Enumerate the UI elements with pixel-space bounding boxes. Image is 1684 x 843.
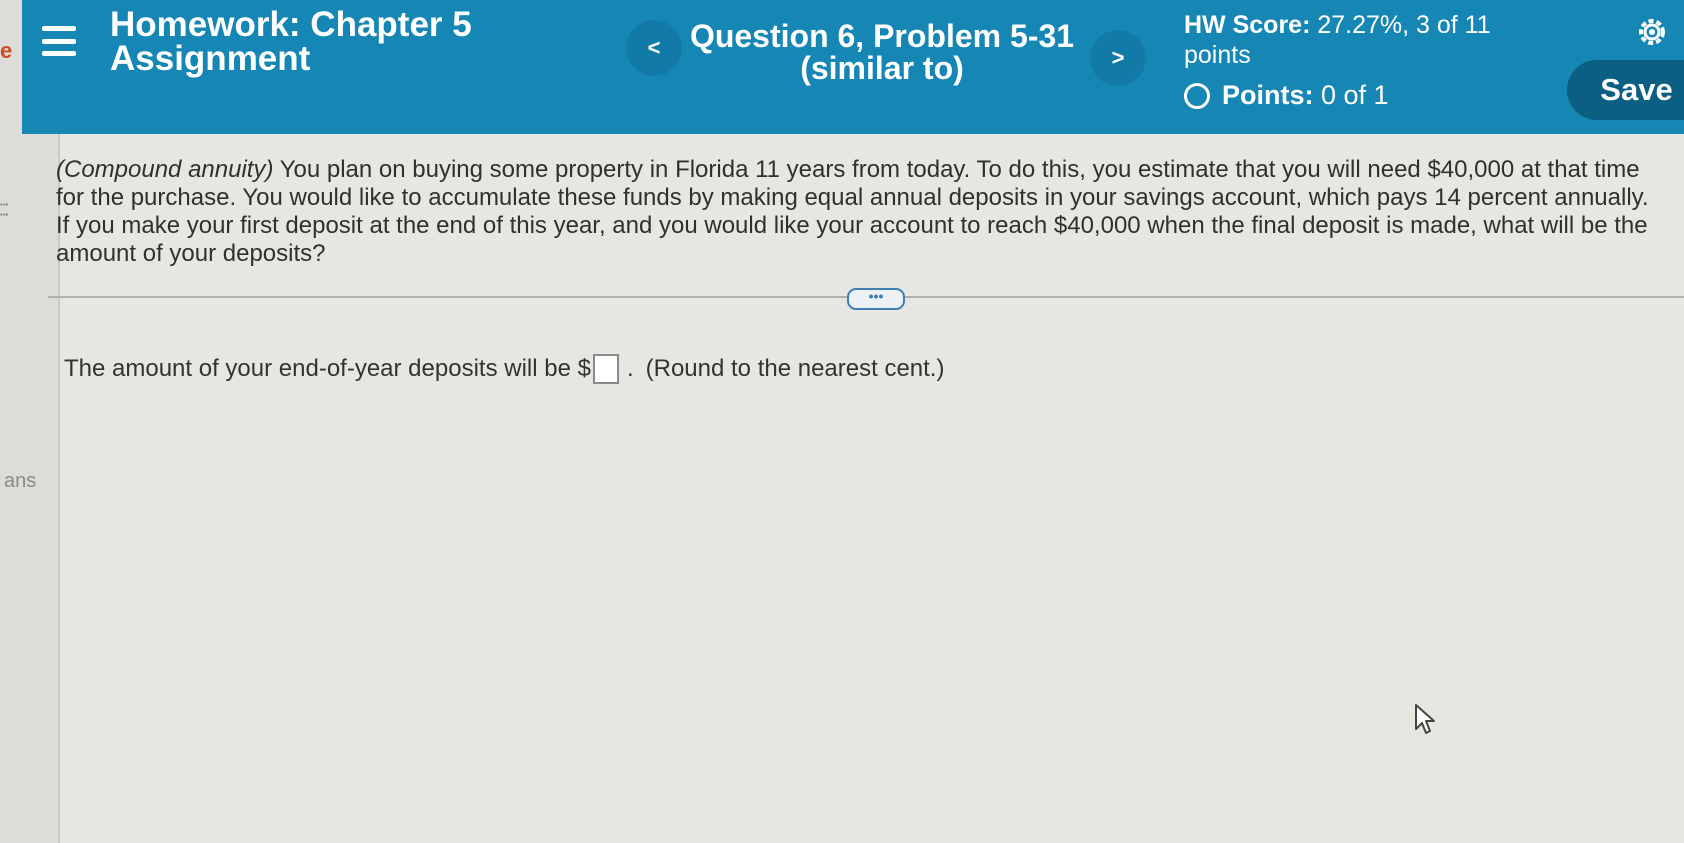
answer-row: The amount of your end-of-year deposits … bbox=[64, 354, 944, 384]
expand-more-button[interactable]: ••• bbox=[847, 288, 905, 310]
hw-score-value: 27.27%, 3 of 11 bbox=[1317, 11, 1491, 39]
menu-icon[interactable] bbox=[42, 26, 76, 56]
mouse-cursor-icon bbox=[1415, 704, 1435, 734]
rounding-note: (Round to the nearest cent.) bbox=[645, 355, 945, 382]
question-title-line2: (similar to) bbox=[800, 50, 964, 86]
status-circle-icon bbox=[1184, 82, 1210, 109]
save-button[interactable]: Save bbox=[1567, 60, 1684, 120]
gear-icon[interactable] bbox=[1634, 14, 1670, 50]
points-value: 0 of 1 bbox=[1321, 80, 1389, 110]
question-topic: (Compound annuity) bbox=[56, 156, 274, 183]
assignment-header: Homework: Chapter 5 Assignment < Questio… bbox=[22, 0, 1684, 134]
strip-text-fragment: ▪▪▪ ▪▪▪ bbox=[0, 200, 9, 219]
previous-question-button[interactable]: < bbox=[626, 20, 682, 76]
strip-logo-fragment: e bbox=[0, 38, 13, 63]
hw-score-label: HW Score: bbox=[1184, 11, 1311, 39]
homework-title-line2: Assignment bbox=[110, 39, 311, 78]
hw-score: HW Score: 27.27%, 3 of 11 points bbox=[1184, 10, 1504, 70]
question-body: You plan on buying some property in Flor… bbox=[56, 156, 1649, 267]
hw-score-suffix: points bbox=[1184, 41, 1251, 69]
points-row: Points: 0 of 1 bbox=[1184, 80, 1504, 111]
answer-prompt: The amount of your end-of-year deposits … bbox=[64, 355, 591, 382]
score-block: HW Score: 27.27%, 3 of 11 points Points:… bbox=[1184, 10, 1504, 111]
question-title-line1: Question 6, Problem 5-31 bbox=[689, 18, 1075, 54]
answer-input[interactable] bbox=[592, 354, 619, 384]
points-label: Points: bbox=[1222, 80, 1314, 110]
question-title: Question 6, Problem 5-31 (similar to) bbox=[682, 20, 1082, 84]
answer-suffix: . bbox=[626, 355, 634, 382]
next-question-button[interactable]: > bbox=[1090, 30, 1146, 86]
homework-title: Homework: Chapter 5 Assignment bbox=[110, 5, 472, 78]
homework-title-line1: Homework: Chapter 5 bbox=[110, 5, 472, 44]
question-text: (Compound annuity) You plan on buying so… bbox=[56, 156, 1666, 268]
strip-ans-text: ans bbox=[4, 470, 37, 492]
